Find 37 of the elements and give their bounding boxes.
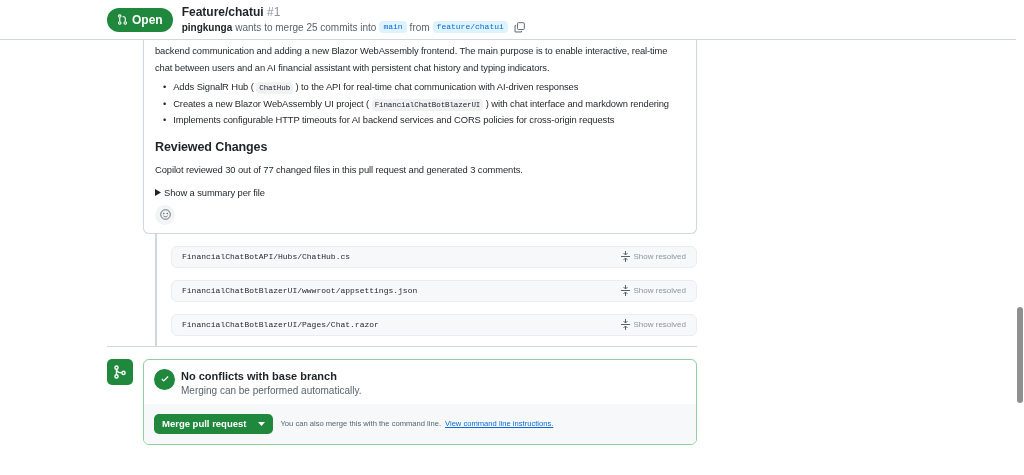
unfold-icon bbox=[620, 251, 630, 262]
smiley-icon bbox=[159, 209, 171, 220]
bullet-marker: • bbox=[163, 80, 167, 94]
pr-number: #1 bbox=[267, 5, 281, 20]
from-text: from bbox=[409, 20, 430, 34]
merge-icon bbox=[107, 358, 133, 385]
status-title: No conflicts with base branch bbox=[181, 368, 338, 383]
bullet-item: Implements configurable HTTP timeouts for AI backend services and CORS policies for cross-origin requests bbox=[173, 113, 615, 127]
caret-icon bbox=[258, 421, 266, 426]
merge-button[interactable]: Merge pull request bbox=[154, 413, 274, 434]
reaction-button[interactable] bbox=[155, 204, 175, 225]
show-resolved-button[interactable]: Show resolved bbox=[620, 250, 686, 263]
bullet-marker: • bbox=[163, 96, 167, 111]
branch-label[interactable]: feature/chatui bbox=[432, 21, 508, 34]
author-link[interactable]: pingkunga bbox=[181, 20, 233, 34]
unfold-icon bbox=[620, 319, 630, 330]
file-path: FinancialChatBotAPI/Hubs/ChatHub.cs bbox=[182, 250, 351, 263]
description-text: backend communication and adding a new Blazor WebAssembly frontend. The main purpose is to enable interactive, real-time chat between users and an AI financial assistant with persistent chat history and typing indicators. bbox=[155, 44, 669, 75]
bullet-marker: • bbox=[163, 113, 167, 127]
file-path: FinancialChatBotBlazerUI/wwwroot/appsettings.json bbox=[182, 284, 418, 297]
state-badge: Open bbox=[107, 7, 173, 32]
section-heading: Reviewed Changes bbox=[155, 138, 269, 156]
check-icon bbox=[154, 368, 175, 390]
unfold-icon bbox=[620, 285, 630, 296]
summary-text: Copilot reviewed 30 out of 77 changed files in this pull request and generated 3 comments. bbox=[155, 162, 524, 177]
branch-label[interactable]: main bbox=[379, 21, 407, 34]
pull-request-icon bbox=[117, 14, 128, 25]
copy-icon[interactable] bbox=[513, 21, 525, 33]
details-toggle[interactable]: Show a summary per file bbox=[164, 183, 265, 201]
file-path: FinancialChatBotBlazerUI/Pages/Chat.razor bbox=[182, 318, 379, 331]
disclosure-icon bbox=[155, 188, 161, 196]
merge-text: wants to merge 25 commits into bbox=[235, 20, 377, 34]
scrollbar-thumb[interactable] bbox=[1017, 307, 1023, 403]
status-subtitle: Merging can be performed automatically. bbox=[181, 383, 362, 398]
pr-title: Feature/chatui bbox=[181, 5, 264, 20]
show-resolved-button[interactable]: Show resolved bbox=[620, 284, 686, 297]
show-resolved-button[interactable]: Show resolved bbox=[620, 318, 686, 331]
